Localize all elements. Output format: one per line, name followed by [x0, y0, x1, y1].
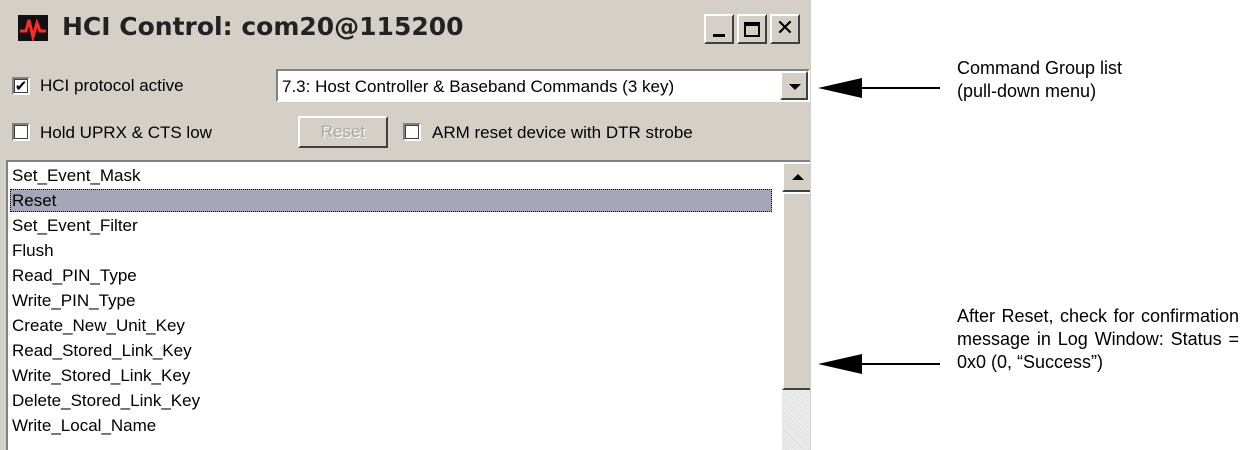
command-group-annotation: Command Group list (pull-down menu) — [957, 57, 1237, 103]
command-group-annotation-line2: (pull-down menu) — [957, 81, 1097, 101]
command-group-annotation-line1: Command Group list — [957, 58, 1123, 78]
arrow-command-group — [818, 78, 940, 98]
arrow-after-reset — [818, 354, 940, 374]
after-reset-annotation: After Reset, check for confirmation mess… — [957, 306, 1239, 372]
